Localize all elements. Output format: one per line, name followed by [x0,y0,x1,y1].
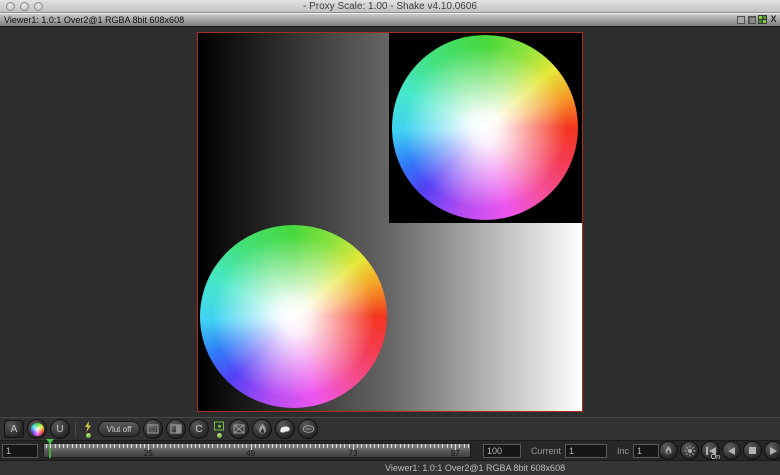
render-flipbook-button[interactable] [252,419,272,439]
roi-icon [213,421,225,432]
viewer-canvas[interactable] [0,27,780,417]
end-frame-input[interactable] [483,444,521,458]
stereo-view-button[interactable] [298,419,318,439]
close-viewer-icon[interactable]: X [769,15,778,24]
stop-icon [749,447,756,454]
color-wheel-icon [31,423,44,436]
vlut-label: Vlut off [107,425,132,434]
dod-button[interactable] [229,419,249,439]
increment-input[interactable] [633,444,659,458]
shake-window: - Proxy Scale: 1.00 - Shake v4.10.0606 V… [0,0,780,475]
inc-label: Inc [617,446,629,456]
window-title: - Proxy Scale: 1.00 - Shake v4.10.0606 [0,1,780,12]
transport-controls: On On [659,441,780,460]
window-titlebar: - Proxy Scale: 1.00 - Shake v4.10.0606 [0,0,780,13]
play-reverse-loop-button[interactable]: On [701,441,720,460]
split-viewer-icon[interactable] [747,15,756,24]
flipbook-button[interactable] [659,441,678,460]
radiating-circle-icon [684,445,696,457]
cache-button[interactable] [275,419,295,439]
colorwheel-bottom-left [200,225,387,408]
compare-buffers-button[interactable] [166,419,186,439]
alpha-channel-button[interactable]: A [4,420,24,438]
compare-mode-button[interactable]: C [189,419,209,439]
fit-image-button[interactable] [143,419,163,439]
viewer-tab[interactable]: Viewer1: 1.0:1 Over2@1 RGBA 8bit 608x608 [4,15,184,25]
oval-icon [302,424,315,434]
white-blob-icon [278,424,292,435]
foreground-plate-black [389,33,582,223]
box-x-icon [233,424,245,434]
vlut-toggle[interactable] [81,421,95,438]
current-label: Current [531,446,561,456]
alpha-channel-label: A [11,424,18,435]
play-reverse-button[interactable] [722,441,741,460]
current-frame-input[interactable] [2,444,38,458]
colorwheel-top-right [392,35,578,220]
composite-image[interactable] [197,32,583,412]
status-text: Viewer1: 1.0:1 Over2@1 RGBA 8bit 608x608 [385,463,565,473]
viewer-tab-controls: X [736,15,778,24]
active-node-indicator-icon[interactable] [758,15,767,24]
split-view-icon [170,424,182,434]
update-mode-label: U [56,424,63,435]
toolbar-divider [75,421,76,437]
play-forward-button[interactable] [764,441,780,460]
roi-led [217,433,222,438]
reverse-triangle-icon [728,447,735,455]
roi-toggle[interactable] [212,421,226,438]
vlut-button[interactable]: Vlut off [98,421,140,437]
timeline-ruler[interactable]: 25497397 [43,443,471,458]
viewer-toolbar: A U Vlut off [0,417,780,440]
status-bar: Viewer1: 1.0:1 Over2@1 RGBA 8bit 608x608 [0,460,780,475]
bar-icon [706,447,708,455]
playhead[interactable] [49,440,51,458]
play-triangle-icon [770,447,777,455]
time-bar: 25497397 Current Inc [0,440,780,460]
rgb-channels-button[interactable] [27,419,47,439]
stop-button[interactable] [743,441,762,460]
flame-icon [664,445,673,456]
update-mode-button[interactable]: U [50,419,70,439]
detach-viewer-icon[interactable] [736,15,745,24]
lightning-icon [84,421,92,432]
render-proxies-button[interactable] [680,441,699,460]
frame-icon [147,424,159,434]
flame-icon [257,423,268,435]
vlut-led [86,433,91,438]
current-value-input[interactable] [565,444,607,458]
viewer-tabbar: Viewer1: 1.0:1 Over2@1 RGBA 8bit 608x608… [0,13,780,27]
compare-mode-label: C [195,424,202,435]
